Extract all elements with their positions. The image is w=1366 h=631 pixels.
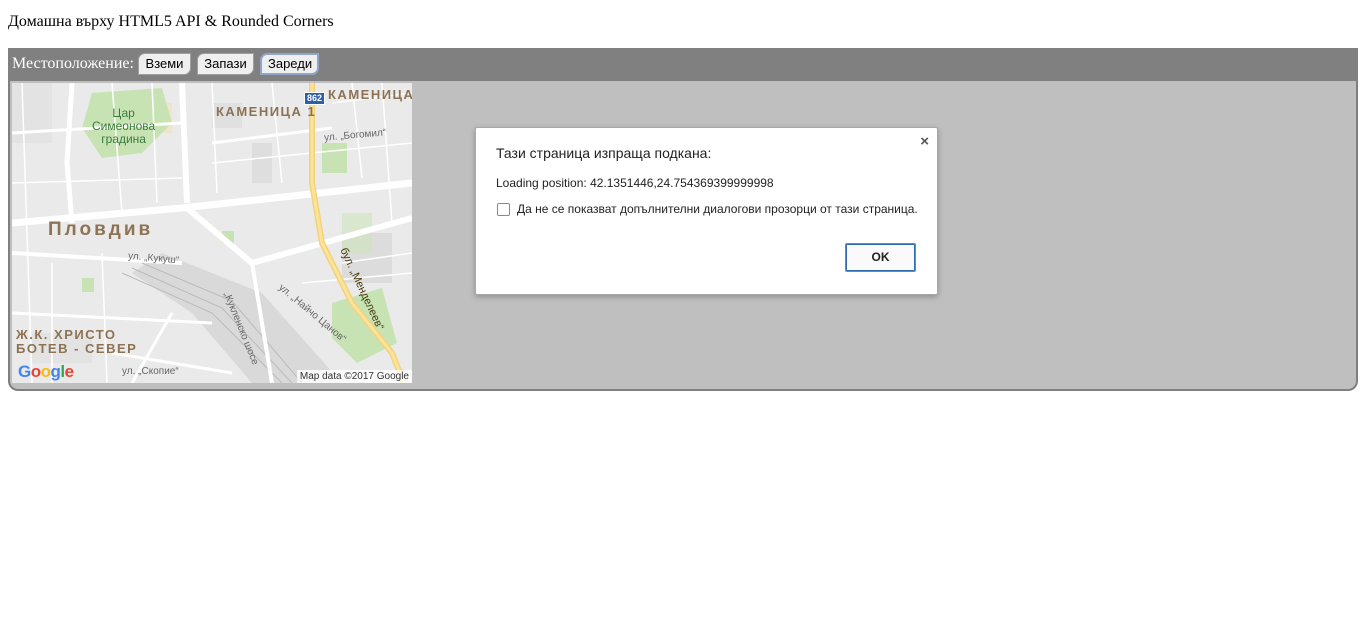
alert-dialog: × Тази страница изпраща подкана: Loading…	[475, 127, 938, 295]
map-attribution: Map data ©2017 Google	[296, 370, 412, 383]
dialog-title: Тази страница изпраща подкана:	[496, 145, 712, 161]
map-label-hristo-botev: Ж.К. ХРИСТО БОТЕВ - СЕВЕР	[16, 327, 138, 356]
ok-button[interactable]: OK	[845, 243, 916, 272]
dialog-message: Loading position: 42.1351446,24.75436939…	[496, 176, 774, 190]
map-label-park: Цар Симеонова градина	[92, 106, 156, 146]
toolbar-label: Местоположение:	[12, 55, 134, 72]
save-location-button[interactable]: Запази	[197, 53, 254, 75]
get-location-button[interactable]: Вземи	[138, 53, 191, 75]
page-title: Домашна върху HTML5 API & Rounded Corner…	[8, 13, 334, 30]
map-label-city: Пловдив	[48, 219, 154, 240]
map[interactable]: 862 Цар Симеонова градина КАМЕНИЦА КАМЕН…	[12, 83, 412, 383]
map-label-kamenitsa-1: КАМЕНИЦА 1	[216, 104, 317, 119]
toolbar: Местоположение: Вземи Запази Зареди	[8, 48, 1358, 81]
map-label-street-skopie: ул. „Скопие“	[122, 366, 179, 377]
close-icon[interactable]: ×	[920, 133, 929, 150]
map-label-kamenitsa: КАМЕНИЦА	[328, 87, 412, 102]
suppress-dialogs-checkbox[interactable]	[497, 203, 510, 216]
load-location-button[interactable]: Зареди	[260, 53, 319, 75]
suppress-dialogs-label[interactable]: Да не се показват допълнителни диалогови…	[517, 202, 918, 216]
google-logo: Google	[18, 362, 74, 381]
